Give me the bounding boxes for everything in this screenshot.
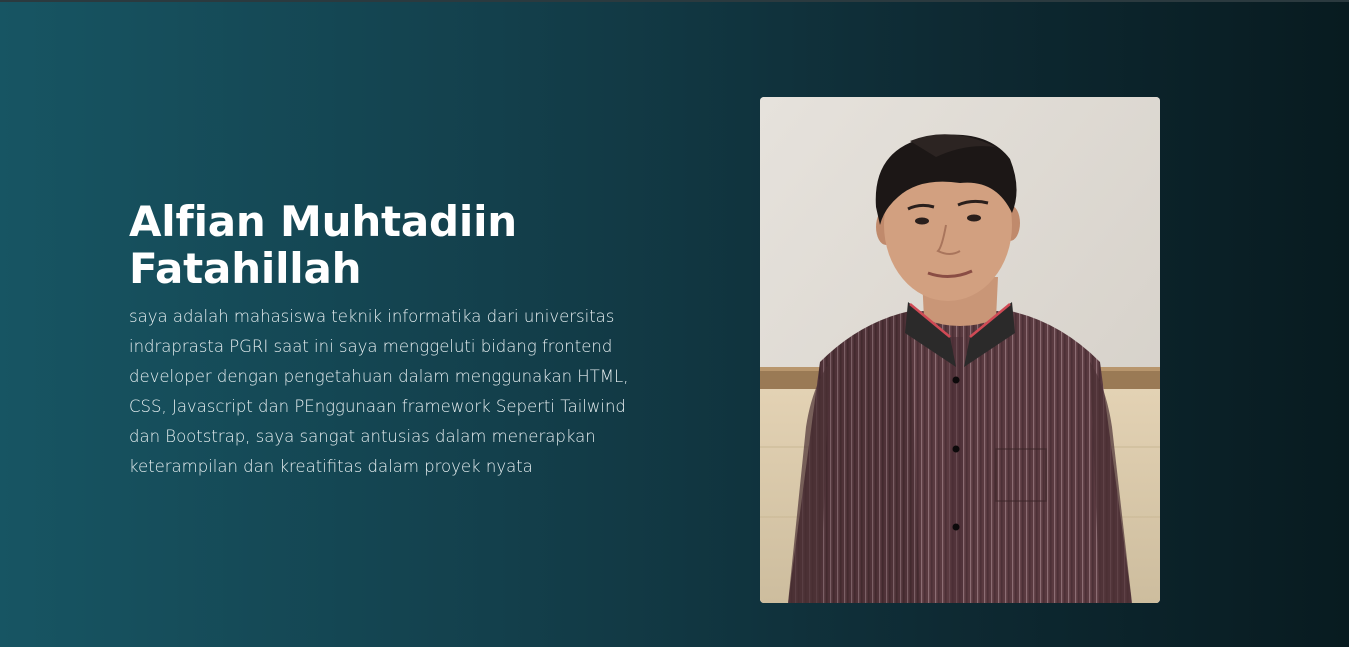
hero-title: Alfian Muhtadiin Fatahillah — [129, 198, 649, 292]
profile-photo — [760, 97, 1160, 603]
hero-description: saya adalah mahasiswa teknik informatika… — [129, 307, 629, 476]
hero-title-line2: Fatahillah — [129, 244, 362, 293]
hero-title-line1: Alfian Muhtadiin — [129, 197, 518, 246]
hero-section: Alfian Muhtadiin Fatahillah saya adalah … — [0, 0, 1349, 647]
profile-photo-illustration — [760, 97, 1160, 603]
hero-text-block: Alfian Muhtadiin Fatahillah saya adalah … — [129, 198, 649, 482]
